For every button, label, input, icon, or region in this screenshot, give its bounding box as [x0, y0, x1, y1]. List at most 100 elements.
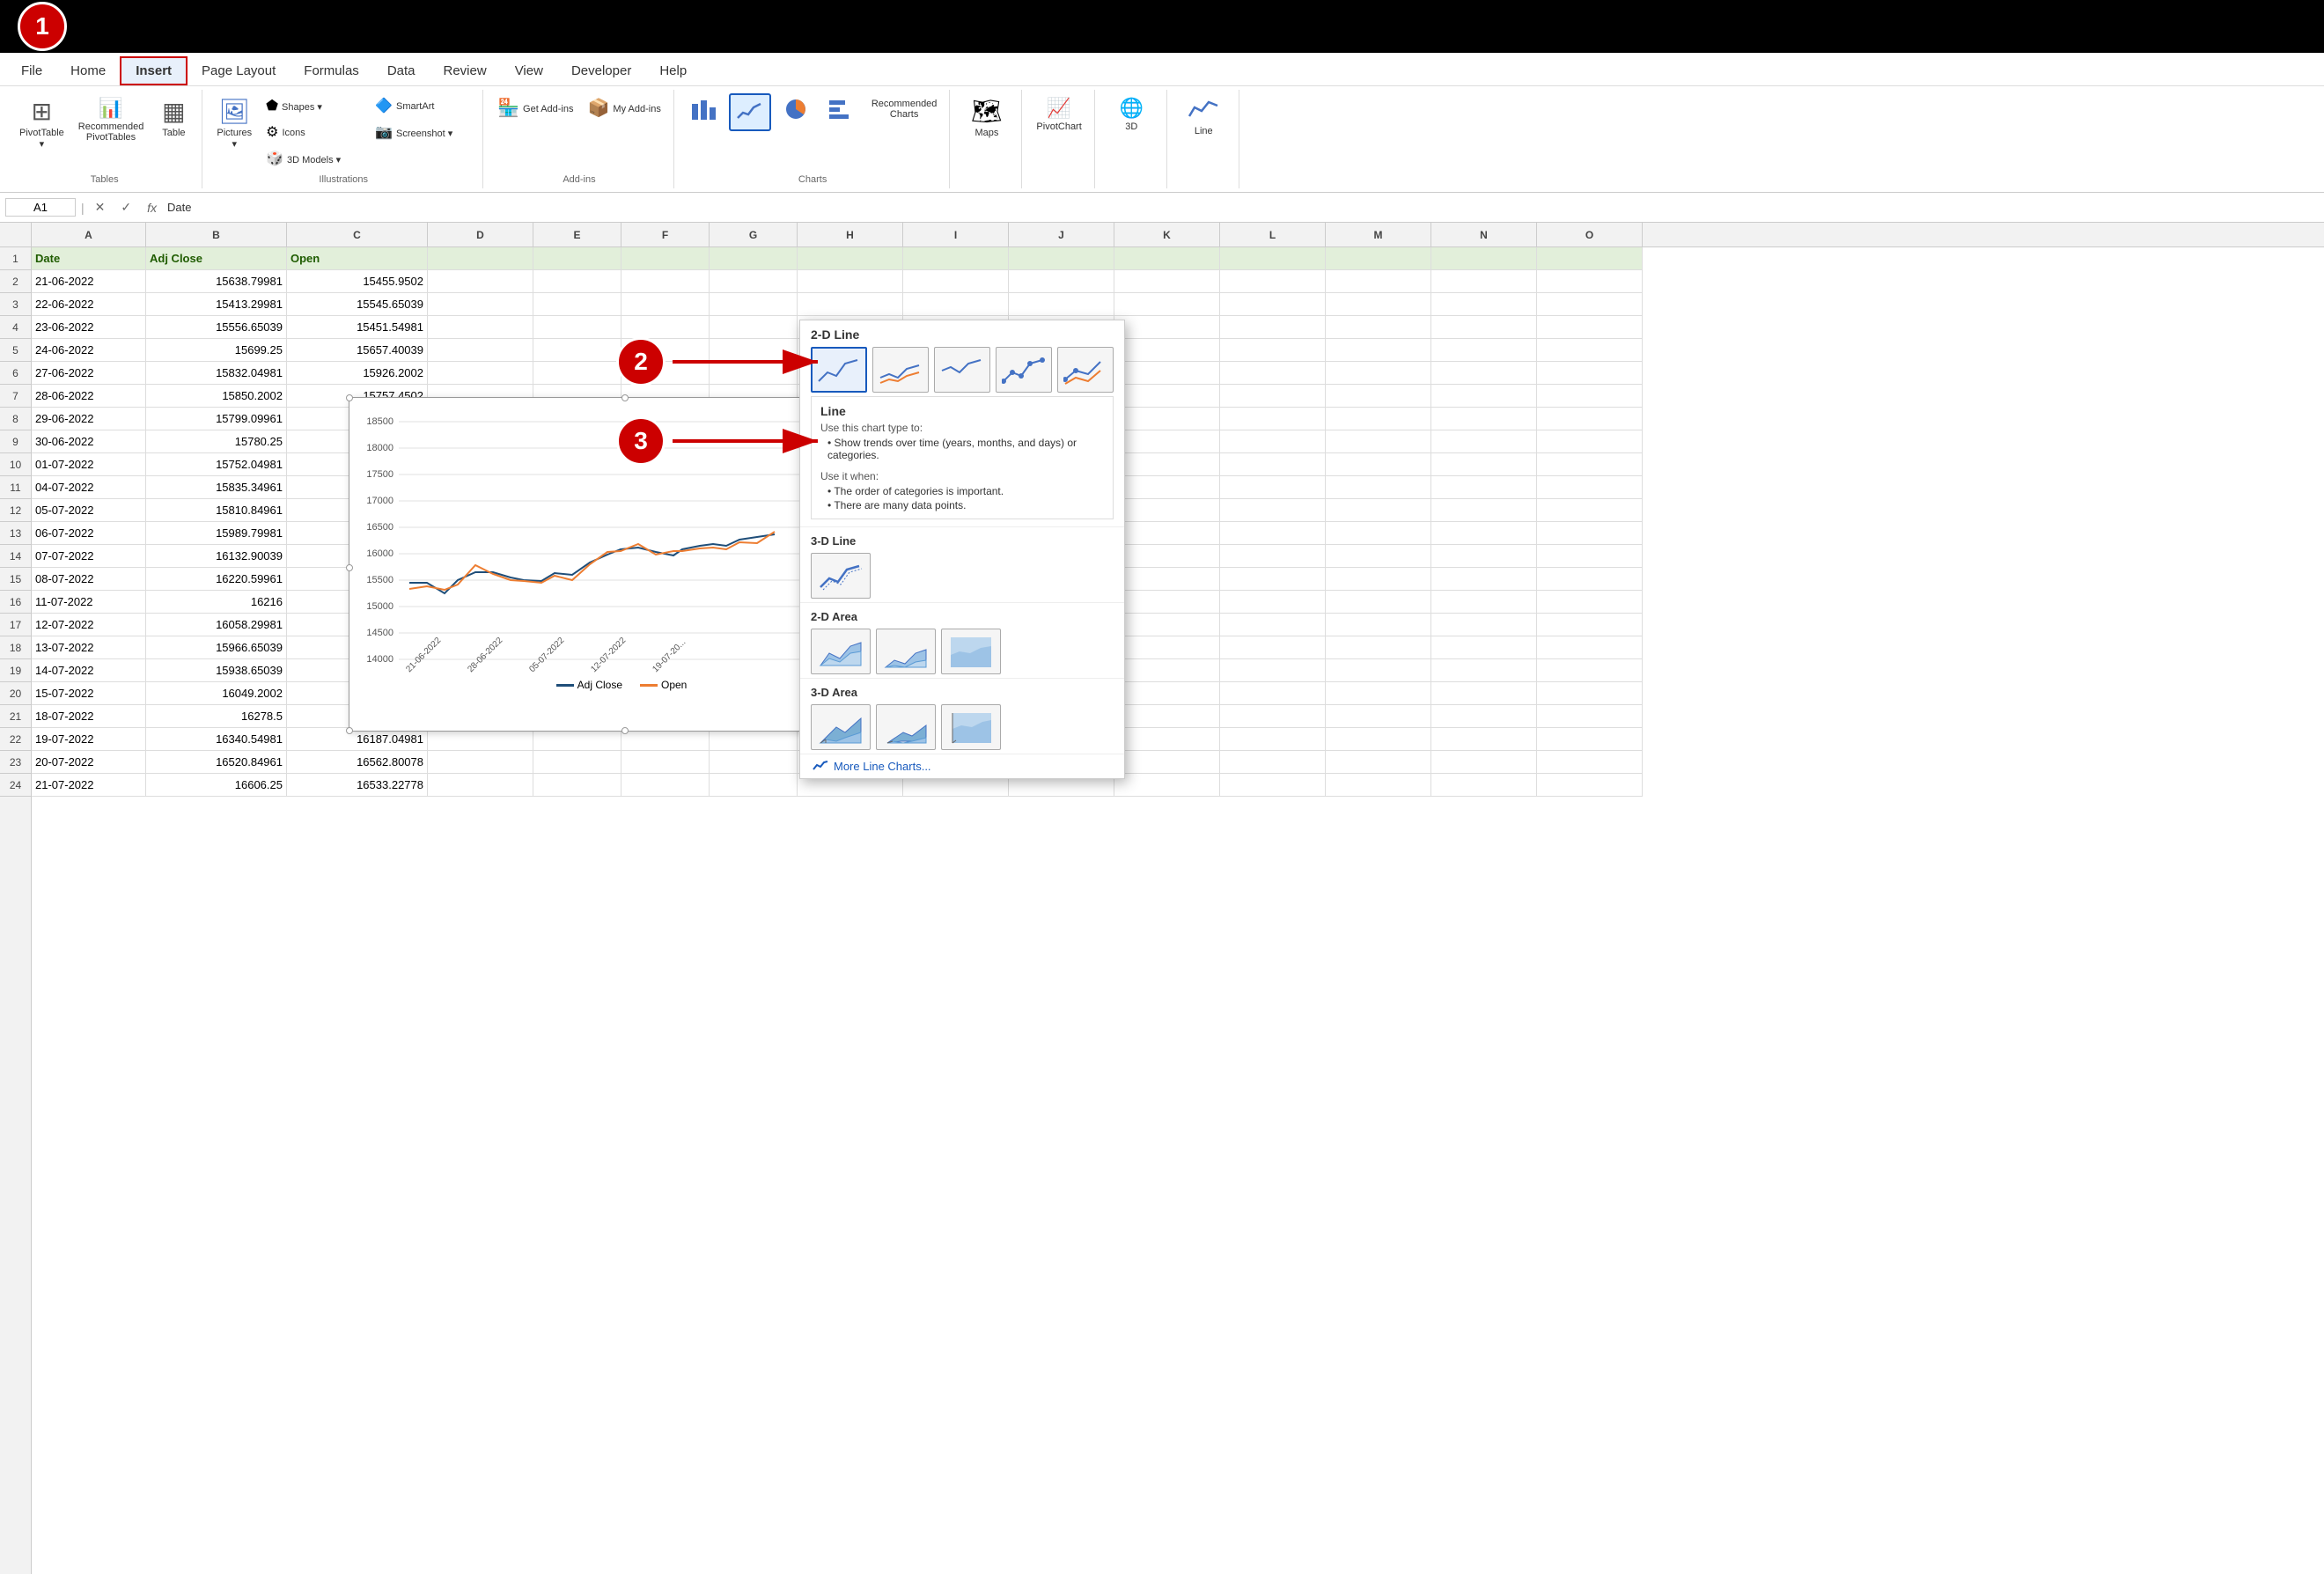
3d-models-button[interactable]: 🎲 3D Models ▾ [261, 146, 366, 171]
recommended-pivot-button[interactable]: 📊 RecommendedPivotTables [73, 93, 150, 146]
cell-19-o[interactable] [1537, 659, 1643, 682]
cell-2-m[interactable] [1326, 270, 1431, 293]
cell-5-k[interactable] [1114, 339, 1220, 362]
cell-3-n[interactable] [1431, 293, 1537, 316]
cell-3-a[interactable]: 22-06-2022 [32, 293, 146, 316]
row-num-8[interactable]: 8 [0, 408, 31, 430]
cell-10-n[interactable] [1431, 453, 1537, 476]
col-header-a[interactable]: A [32, 223, 146, 246]
cell-16-a[interactable]: 11-07-2022 [32, 591, 146, 614]
my-addins-button[interactable]: 📦 My Add-ins [583, 93, 666, 122]
row-num-7[interactable]: 7 [0, 385, 31, 408]
col-header-k[interactable]: K [1114, 223, 1220, 246]
cell-20-b[interactable]: 16049.2002 [146, 682, 287, 705]
cell-22-n[interactable] [1431, 728, 1537, 751]
row-num-10[interactable]: 10 [0, 453, 31, 476]
cell-8-m[interactable] [1326, 408, 1431, 430]
col-header-b[interactable]: B [146, 223, 287, 246]
row-num-19[interactable]: 19 [0, 659, 31, 682]
line-sparkline-button[interactable]: Line [1182, 93, 1225, 140]
cell-24-n[interactable] [1431, 774, 1537, 797]
3d-area-stacked-button[interactable] [876, 704, 936, 750]
cell-5-e[interactable] [533, 339, 621, 362]
cell-14-k[interactable] [1114, 545, 1220, 568]
row-num-3[interactable]: 3 [0, 293, 31, 316]
row-num-2[interactable]: 2 [0, 270, 31, 293]
cell-23-n[interactable] [1431, 751, 1537, 774]
cell-1-n[interactable] [1431, 247, 1537, 270]
cell-1-j[interactable] [1009, 247, 1114, 270]
row-num-5[interactable]: 5 [0, 339, 31, 362]
col-header-m[interactable]: M [1326, 223, 1431, 246]
cell-13-m[interactable] [1326, 522, 1431, 545]
cell-20-a[interactable]: 15-07-2022 [32, 682, 146, 705]
cell-23-k[interactable] [1114, 751, 1220, 774]
row-num-13[interactable]: 13 [0, 522, 31, 545]
row-num-6[interactable]: 6 [0, 362, 31, 385]
cell-18-a[interactable]: 13-07-2022 [32, 636, 146, 659]
cell-21-m[interactable] [1326, 705, 1431, 728]
cell-11-l[interactable] [1220, 476, 1326, 499]
cell-6-l[interactable] [1220, 362, 1326, 385]
cell-3-f[interactable] [621, 293, 710, 316]
row-num-16[interactable]: 16 [0, 591, 31, 614]
cell-3-d[interactable] [428, 293, 533, 316]
cell-1-a[interactable]: Date [32, 247, 146, 270]
cell-1-h[interactable] [798, 247, 903, 270]
cell-23-o[interactable] [1537, 751, 1643, 774]
cell-1-m[interactable] [1326, 247, 1431, 270]
cell-4-g[interactable] [710, 316, 798, 339]
column-chart-button[interactable] [683, 93, 725, 128]
3d-area-plain-button[interactable] [811, 704, 871, 750]
cell-11-b[interactable]: 15835.34961 [146, 476, 287, 499]
cell-8-b[interactable]: 15799.09961 [146, 408, 287, 430]
cell-5-m[interactable] [1326, 339, 1431, 362]
cell-20-m[interactable] [1326, 682, 1431, 705]
row-num-1[interactable]: 1 [0, 247, 31, 270]
cell-24-a[interactable]: 21-07-2022 [32, 774, 146, 797]
chart-handle-bl[interactable] [346, 727, 353, 734]
cell-6-a[interactable]: 27-06-2022 [32, 362, 146, 385]
cell-4-f[interactable] [621, 316, 710, 339]
cell-1-d[interactable] [428, 247, 533, 270]
3d-area-100pct-button[interactable] [941, 704, 1001, 750]
cell-16-k[interactable] [1114, 591, 1220, 614]
cell-4-e[interactable] [533, 316, 621, 339]
cell-23-e[interactable] [533, 751, 621, 774]
line-100pct-button[interactable] [934, 347, 990, 393]
cell-3-l[interactable] [1220, 293, 1326, 316]
row-num-14[interactable]: 14 [0, 545, 31, 568]
smartart-button[interactable]: 🔷 SmartArt [370, 93, 475, 118]
get-addins-button[interactable]: 🏪 Get Add-ins [492, 93, 578, 122]
tab-page-layout[interactable]: Page Layout [188, 58, 290, 84]
cell-9-a[interactable]: 30-06-2022 [32, 430, 146, 453]
cell-21-b[interactable]: 16278.5 [146, 705, 287, 728]
tab-file[interactable]: File [7, 58, 56, 84]
name-box[interactable] [5, 198, 76, 217]
cell-17-k[interactable] [1114, 614, 1220, 636]
tab-developer[interactable]: Developer [557, 58, 645, 84]
chart-handle-left[interactable] [346, 564, 353, 571]
cell-4-l[interactable] [1220, 316, 1326, 339]
cell-1-i[interactable] [903, 247, 1009, 270]
cell-19-b[interactable]: 15938.65039 [146, 659, 287, 682]
cell-15-k[interactable] [1114, 568, 1220, 591]
cell-2-o[interactable] [1537, 270, 1643, 293]
col-header-f[interactable]: F [621, 223, 710, 246]
cell-13-n[interactable] [1431, 522, 1537, 545]
cell-16-n[interactable] [1431, 591, 1537, 614]
cell-2-k[interactable] [1114, 270, 1220, 293]
cell-9-l[interactable] [1220, 430, 1326, 453]
cell-19-n[interactable] [1431, 659, 1537, 682]
maps-button[interactable]: 🗺 Maps [966, 93, 1008, 142]
cell-24-e[interactable] [533, 774, 621, 797]
col-header-e[interactable]: E [533, 223, 621, 246]
cell-13-b[interactable]: 15989.79981 [146, 522, 287, 545]
cell-12-k[interactable] [1114, 499, 1220, 522]
area-100pct-button[interactable] [941, 629, 1001, 674]
cell-3-b[interactable]: 15413.29981 [146, 293, 287, 316]
cell-10-b[interactable]: 15752.04981 [146, 453, 287, 476]
tab-view[interactable]: View [501, 58, 557, 84]
area-plain-button[interactable] [811, 629, 871, 674]
tab-data[interactable]: Data [373, 58, 430, 84]
